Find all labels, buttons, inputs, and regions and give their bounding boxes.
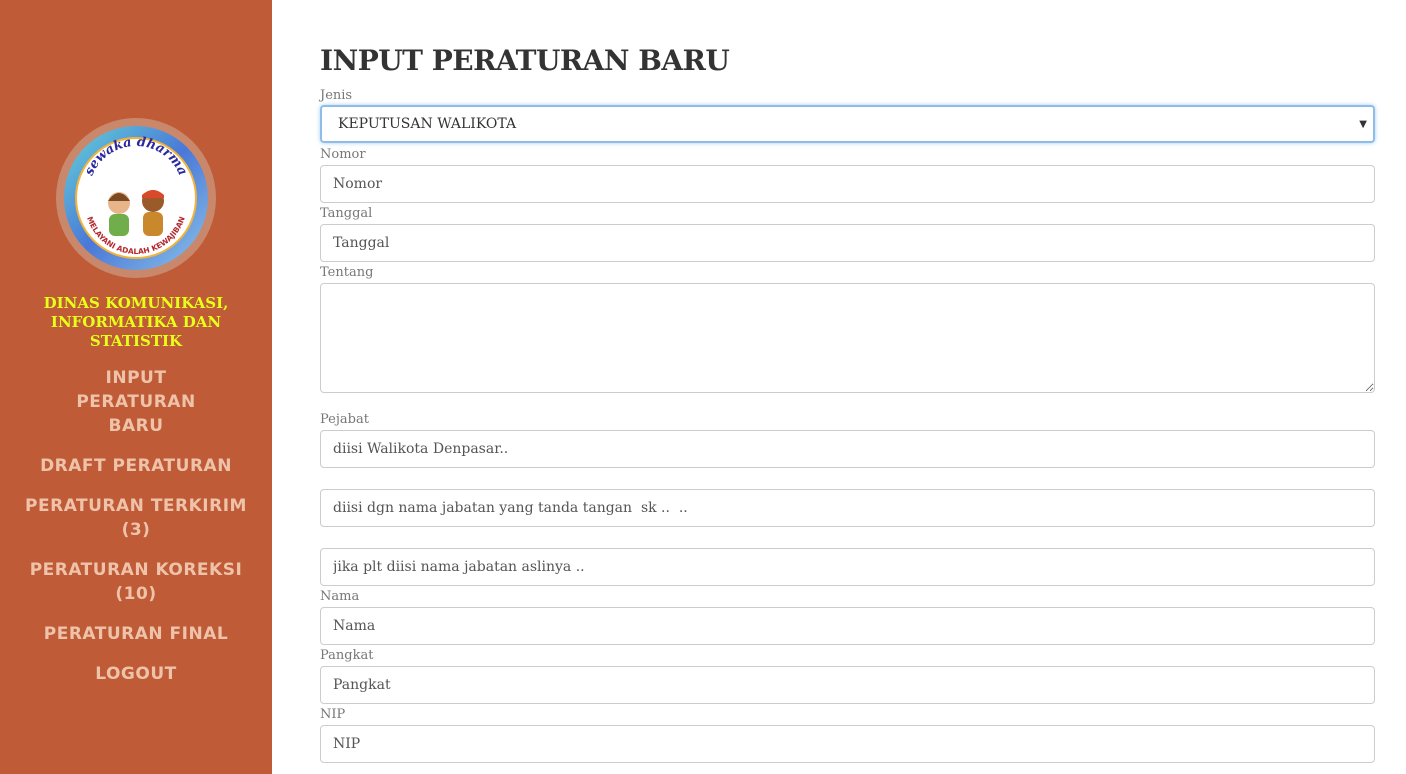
nip-label: NIP — [320, 707, 346, 722]
nav-peraturan-terkirim[interactable]: PERATURAN TERKIRIM (3) — [0, 494, 272, 542]
nav-peraturan-koreksi[interactable]: PERATURAN KOREKSI (10) — [0, 558, 272, 606]
sidebar: sewaka dharma MELAYANI ADALAH KEWAJIBAN … — [0, 0, 272, 774]
nomor-input[interactable] — [320, 165, 1375, 203]
jenis-select[interactable]: KEPUTUSAN WALIKOTA ▼ — [320, 105, 1375, 143]
nomor-label: Nomor — [320, 147, 366, 162]
sidebar-nav: INPUT PERATURAN BARU DRAFT PERATURAN PER… — [0, 366, 272, 686]
tanggal-label: Tanggal — [320, 206, 373, 221]
jabatan-asli-input[interactable] — [320, 548, 1375, 586]
nav-logout[interactable]: LOGOUT — [0, 662, 272, 686]
tentang-label: Tentang — [320, 265, 374, 280]
nav-peraturan-final[interactable]: PERATURAN FINAL — [0, 622, 272, 646]
jenis-selected-value: KEPUTUSAN WALIKOTA — [338, 116, 517, 132]
tentang-textarea[interactable] — [320, 283, 1375, 393]
nav-input-peraturan-baru[interactable]: INPUT PERATURAN BARU — [0, 366, 272, 438]
org-name: DINAS KOMUNIKASI, INFORMATIKA DAN STATIS… — [43, 294, 229, 350]
page-title: INPUT PERATURAN BARU — [320, 44, 730, 77]
jenis-label: Jenis — [320, 88, 353, 103]
chevron-down-icon: ▼ — [1359, 118, 1367, 130]
tanggal-input[interactable] — [320, 224, 1375, 262]
nip-input[interactable] — [320, 725, 1375, 763]
logo: sewaka dharma MELAYANI ADALAH KEWAJIBAN — [56, 118, 216, 278]
nama-label: Nama — [320, 589, 360, 604]
pejabat-input[interactable] — [320, 430, 1375, 468]
pangkat-input[interactable] — [320, 666, 1375, 704]
jabatan-input[interactable] — [320, 489, 1375, 527]
pejabat-label: Pejabat — [320, 412, 369, 427]
nav-draft-peraturan[interactable]: DRAFT PERATURAN — [0, 454, 272, 478]
nama-input[interactable] — [320, 607, 1375, 645]
sewaka-dharma-logo-icon: sewaka dharma MELAYANI ADALAH KEWAJIBAN — [64, 126, 208, 270]
pangkat-label: Pangkat — [320, 648, 374, 663]
